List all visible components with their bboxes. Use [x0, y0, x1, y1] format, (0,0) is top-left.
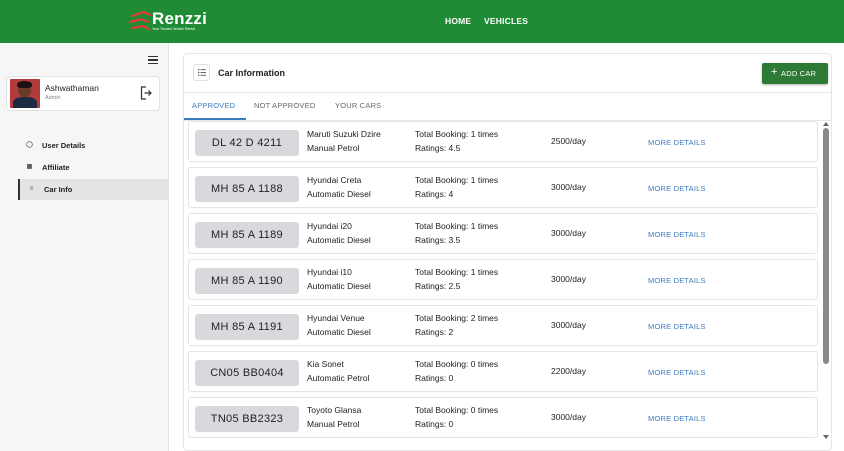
tab-approved[interactable]: APPROVED [192, 101, 235, 110]
list-item: CN05 BB0404 Kia Sonet Automatic Petrol T… [188, 351, 818, 392]
brand-name: Renzzi [152, 9, 208, 28]
car-type: Automatic Diesel [307, 281, 371, 291]
rating: Ratings: 4 [415, 189, 454, 199]
more-details-link[interactable]: MORE DETAILS [648, 138, 706, 147]
add-car-button[interactable]: + ADD CAR [762, 63, 828, 84]
more-details-link[interactable]: MORE DETAILS [648, 368, 706, 377]
hamburger-icon[interactable] [148, 56, 158, 65]
car-type: Automatic Diesel [307, 189, 371, 199]
add-car-label: ADD CAR [781, 69, 817, 78]
rating: Ratings: 2.5 [415, 281, 461, 291]
car-name: Hyundai i20 [307, 221, 352, 231]
rating: Ratings: 0 [415, 373, 454, 383]
top-navbar: Renzzi Your Trusted Vehicle Rental HOME … [0, 0, 844, 43]
list-item: DL 42 D 4211 Maruti Suzuki Dzire Manual … [188, 121, 818, 162]
list-item: MH 85 A 1189 Hyundai i20 Automatic Diese… [188, 213, 818, 254]
car-name: Hyundai i10 [307, 267, 352, 277]
price: 3000/day [551, 228, 586, 238]
license-plate: DL 42 D 4211 [195, 130, 299, 156]
profile-role: Admin [45, 95, 61, 101]
logout-icon[interactable] [140, 86, 152, 100]
profile-name: Ashwathaman [45, 83, 99, 93]
more-details-link[interactable]: MORE DETAILS [648, 414, 706, 423]
scrollbar[interactable] [823, 128, 829, 432]
license-plate: MH 85 A 1188 [195, 176, 299, 202]
car-type: Automatic Diesel [307, 235, 371, 245]
license-plate: MH 85 A 1189 [195, 222, 299, 248]
car-name: Toyoto Glansa [307, 405, 362, 415]
license-plate: MH 85 A 1190 [195, 268, 299, 294]
scroll-down-arrow-icon[interactable] [822, 434, 830, 440]
tab-not-approved[interactable]: NOT APPROVED [254, 101, 315, 110]
more-details-link[interactable]: MORE DETAILS [648, 276, 706, 285]
booking-count: Total Booking: 1 times [415, 221, 499, 231]
license-plate: TN05 BB2323 [195, 406, 299, 432]
car-list: DL 42 D 4211 Maruti Suzuki Dzire Manual … [184, 121, 833, 451]
sidebar-item-affiliate[interactable]: ▦ Affiliate [18, 157, 168, 178]
price: 2200/day [551, 366, 586, 376]
scroll-up-arrow-icon[interactable] [822, 121, 830, 127]
booking-count: Total Booking: 1 times [415, 129, 499, 139]
car-name: Hyundai Creta [307, 175, 362, 185]
booking-count: Total Booking: 0 times [415, 359, 499, 369]
rating: Ratings: 3.5 [415, 235, 461, 245]
scrollbar-thumb[interactable] [823, 128, 829, 364]
license-plate: CN05 BB0404 [195, 360, 299, 386]
car-name: Kia Sonet [307, 359, 344, 369]
avatar [10, 79, 40, 108]
tab-your-cars[interactable]: YOUR CARS [335, 101, 381, 110]
sidebar-item-label: Affiliate [42, 163, 70, 172]
booking-count: Total Booking: 2 times [415, 313, 499, 323]
price: 3000/day [551, 412, 586, 422]
price: 2500/day [551, 136, 586, 146]
more-details-link[interactable]: MORE DETAILS [648, 230, 706, 239]
brand-tagline: Your Trusted Vehicle Rental [152, 27, 196, 31]
list-item: MH 85 A 1190 Hyundai i10 Automatic Diese… [188, 259, 818, 300]
nav-home-link[interactable]: HOME [445, 16, 471, 26]
sidebar-item-car-info[interactable]: ≡ Car Info [18, 179, 168, 200]
car-type: Manual Petrol [307, 419, 360, 429]
car-name: Hyundai Venue [307, 313, 365, 323]
page-title: Car Information [218, 68, 286, 78]
car-name: Maruti Suzuki Dzire [307, 129, 381, 139]
booking-count: Total Booking: 1 times [415, 267, 499, 277]
more-details-link[interactable]: MORE DETAILS [648, 184, 706, 193]
booking-count: Total Booking: 0 times [415, 405, 499, 415]
more-details-link[interactable]: MORE DETAILS [648, 322, 706, 331]
price: 3000/day [551, 320, 586, 330]
list-icon: ≡ [29, 186, 34, 192]
list-item: MH 85 A 1188 Hyundai Creta Automatic Die… [188, 167, 818, 208]
divider [184, 92, 831, 93]
building-icon: ▦ [26, 164, 33, 170]
nav-vehicles-link[interactable]: VEHICLES [484, 16, 528, 26]
list-icon[interactable] [193, 64, 210, 81]
car-information-card: Car Information + ADD CAR APPROVED NOT A… [183, 53, 832, 451]
rating: Ratings: 0 [415, 419, 454, 429]
sidebar-item-user-details[interactable]: ◯ User Details [18, 135, 168, 156]
sidebar-item-label: User Details [42, 141, 86, 150]
list-item: MH 85 A 1191 Hyundai Venue Automatic Die… [188, 305, 818, 346]
rating: Ratings: 2 [415, 327, 454, 337]
license-plate: MH 85 A 1191 [195, 314, 299, 340]
car-type: Automatic Diesel [307, 327, 371, 337]
profile-card: Ashwathaman Admin [6, 76, 160, 111]
brand-logo[interactable]: Renzzi Your Trusted Vehicle Rental [128, 7, 208, 35]
sidebar-item-label: Car Info [44, 185, 73, 194]
car-type: Manual Petrol [307, 143, 360, 153]
price: 3000/day [551, 182, 586, 192]
price: 3000/day [551, 274, 586, 284]
logo-mark-icon [128, 10, 152, 31]
user-icon: ◯ [26, 142, 33, 148]
rating: Ratings: 4.5 [415, 143, 461, 153]
car-type: Automatic Petrol [307, 373, 370, 383]
booking-count: Total Booking: 1 times [415, 175, 499, 185]
list-item: TN05 BB2323 Toyoto Glansa Manual Petrol … [188, 397, 818, 438]
plus-icon: + [771, 66, 778, 78]
sidebar: Ashwathaman Admin ◯ User Details ▦ Affil… [0, 43, 169, 451]
